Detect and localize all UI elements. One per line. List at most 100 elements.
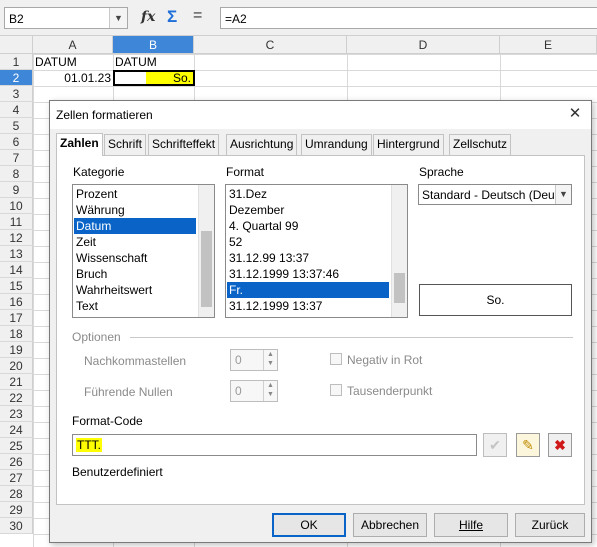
language-select[interactable]: Standard - Deutsch (Deutschland) ▼ — [418, 184, 572, 205]
row-header-11[interactable]: 11 — [0, 214, 33, 230]
category-list-item[interactable]: Währung — [74, 202, 196, 218]
row-header-2[interactable]: 2 — [0, 70, 33, 86]
format-list-item[interactable]: 52 — [227, 234, 389, 250]
formula-input[interactable]: =A2 — [220, 7, 597, 29]
tab-panel-numbers: Kategorie Prozent Währung Datum Zeit Wissens… — [56, 155, 585, 505]
cell-a1[interactable]: DATUM — [33, 54, 113, 70]
equals-icon[interactable]: = — [193, 7, 202, 25]
row-header-25[interactable]: 25 — [0, 438, 33, 454]
row-header-21[interactable]: 21 — [0, 374, 33, 390]
row-header-28[interactable]: 28 — [0, 486, 33, 502]
tab-cell-protection[interactable]: Zellschutz — [449, 134, 512, 155]
row-header-5[interactable]: 5 — [0, 118, 33, 134]
negative-red-label: Negativ in Rot — [347, 353, 423, 367]
function-wizard-icon[interactable]: fx — [141, 9, 155, 25]
category-list-item[interactable]: Prozent — [74, 186, 196, 202]
chevron-down-icon[interactable]: ▼ — [555, 185, 571, 204]
row-header-3[interactable]: 3 — [0, 86, 33, 102]
row-header-23[interactable]: 23 — [0, 406, 33, 422]
category-list-item[interactable]: Datum — [74, 218, 196, 234]
row-header-19[interactable]: 19 — [0, 342, 33, 358]
row-header-22[interactable]: 22 — [0, 390, 33, 406]
format-list-item[interactable]: Fr. — [227, 282, 389, 298]
row-header-26[interactable]: 26 — [0, 454, 33, 470]
format-preview: So. — [419, 284, 572, 316]
chevron-down-icon[interactable]: ▼ — [109, 8, 127, 28]
category-list[interactable]: Prozent Währung Datum Zeit Wissenschaft Bruch… — [72, 184, 215, 318]
row-header-30[interactable]: 30 — [0, 518, 33, 534]
delete-icon[interactable]: ✖ — [548, 433, 572, 457]
category-list-item[interactable]: Text — [74, 298, 196, 314]
row-header-6[interactable]: 6 — [0, 134, 33, 150]
row-header-27[interactable]: 27 — [0, 470, 33, 486]
name-box[interactable]: B2 ▼ — [4, 7, 128, 29]
row-header-20[interactable]: 20 — [0, 358, 33, 374]
formula-bar: B2 ▼ fx Σ = =A2 — [0, 0, 597, 36]
column-header-c[interactable]: C — [194, 36, 347, 54]
format-list-item[interactable]: Dezember — [227, 202, 389, 218]
format-code-input[interactable]: TTT. — [72, 434, 477, 456]
row-header-14[interactable]: 14 — [0, 262, 33, 278]
row-header-8[interactable]: 8 — [0, 166, 33, 182]
row-header-9[interactable]: 9 — [0, 182, 33, 198]
tab-alignment[interactable]: Ausrichtung — [226, 134, 298, 155]
leading-zeros-stepper[interactable]: 0 ▲ ▼ — [230, 380, 278, 402]
row-header-17[interactable]: 17 — [0, 310, 33, 326]
row-header-10[interactable]: 10 — [0, 198, 33, 214]
decimals-label: Nachkommastellen — [84, 354, 187, 368]
category-list-item[interactable]: Wissenschaft — [74, 250, 196, 266]
row-header-13[interactable]: 13 — [0, 246, 33, 262]
column-header-b[interactable]: B — [113, 36, 194, 54]
category-scrollbar[interactable] — [198, 185, 214, 317]
format-list[interactable]: 31.Dez Dezember 4. Quartal 99 52 31.12.99 13… — [225, 184, 408, 318]
tab-font[interactable]: Schrift — [104, 134, 147, 155]
tab-numbers[interactable]: Zahlen — [56, 133, 103, 156]
row-header-29[interactable]: 29 — [0, 502, 33, 518]
row-header-24[interactable]: 24 — [0, 422, 33, 438]
sum-icon[interactable]: Σ — [167, 7, 177, 27]
category-label: Kategorie — [73, 165, 125, 179]
ok-button[interactable]: OK — [272, 513, 346, 537]
reset-button[interactable]: Zurück — [515, 513, 585, 537]
format-list-item[interactable]: 31.12.99 13:37 — [227, 250, 389, 266]
format-list-item[interactable]: 31.12.1999 13:37 — [227, 298, 389, 314]
options-divider — [130, 337, 573, 338]
format-code-label: Format-Code — [72, 414, 143, 428]
tab-borders[interactable]: Umrandung — [301, 134, 372, 155]
negative-red-checkbox[interactable] — [330, 353, 342, 365]
edit-comment-icon[interactable]: ✎ — [516, 433, 540, 457]
row-header-7[interactable]: 7 — [0, 150, 33, 166]
checkmark-icon[interactable]: ✔ — [483, 433, 507, 457]
cell-a2[interactable]: 01.01.23 — [33, 70, 113, 86]
stepper-arrows-icon[interactable]: ▲ ▼ — [263, 350, 277, 370]
format-list-item[interactable]: 31.12.1999 13:37:46 — [227, 266, 389, 282]
select-all-corner[interactable] — [0, 36, 33, 54]
cell-b1[interactable]: DATUM — [113, 54, 194, 70]
thousands-separator-checkbox[interactable] — [330, 384, 342, 396]
format-list-item[interactable]: 4. Quartal 99 — [227, 218, 389, 234]
category-list-item[interactable]: Wahrheitswert — [74, 282, 196, 298]
row-header-1[interactable]: 1 — [0, 54, 33, 70]
column-header-d[interactable]: D — [347, 36, 500, 54]
tab-font-effects[interactable]: Schrifteffekt — [148, 134, 220, 155]
help-button[interactable]: Hilfe — [434, 513, 508, 537]
cancel-button[interactable]: Abbrechen — [353, 513, 427, 537]
category-list-item[interactable]: Zeit — [74, 234, 196, 250]
row-header-18[interactable]: 18 — [0, 326, 33, 342]
stepper-arrows-icon[interactable]: ▲ ▼ — [263, 381, 277, 401]
tab-background[interactable]: Hintergrund — [373, 134, 444, 155]
format-scrollbar[interactable] — [391, 185, 407, 317]
row-header-15[interactable]: 15 — [0, 278, 33, 294]
column-header-e[interactable]: E — [500, 36, 597, 54]
decimals-value: 0 — [235, 353, 242, 367]
format-label: Format — [226, 165, 265, 179]
format-list-item[interactable]: 31.Dez — [227, 186, 389, 202]
row-header-16[interactable]: 16 — [0, 294, 33, 310]
row-header-4[interactable]: 4 — [0, 102, 33, 118]
decimals-stepper[interactable]: 0 ▲ ▼ — [230, 349, 278, 371]
column-header-a[interactable]: A — [33, 36, 113, 54]
row-header-12[interactable]: 12 — [0, 230, 33, 246]
category-list-item[interactable]: Bruch — [74, 266, 196, 282]
cell-b2[interactable]: So. — [113, 70, 195, 86]
close-icon[interactable]: ✕ — [565, 104, 585, 124]
